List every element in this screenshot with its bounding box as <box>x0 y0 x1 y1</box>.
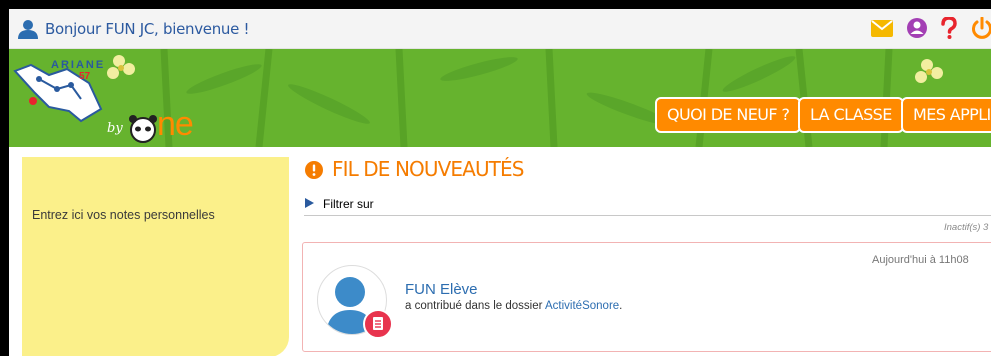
logo-one-text: ne <box>157 105 194 143</box>
profile-icon[interactable] <box>906 17 928 39</box>
feed-title: FIL DE NOUVEAUTÉS <box>332 157 524 181</box>
greeting-text: Bonjour FUN JC, bienvenue ! <box>45 20 250 38</box>
mail-icon[interactable] <box>871 20 893 37</box>
personal-notes[interactable]: Entrez ici vos notes personnelles <box>22 157 289 356</box>
notes-placeholder[interactable]: Entrez ici vos notes personnelles <box>32 208 215 222</box>
action-suffix: . <box>619 300 623 312</box>
logo-brand-text: ARIANE <box>51 59 106 71</box>
filter-toggle[interactable]: Filtrer sur <box>323 197 374 211</box>
expand-arrow-icon[interactable] <box>305 198 314 208</box>
nav-la-classe[interactable]: LA CLASSE <box>798 97 904 133</box>
divider <box>304 215 991 216</box>
header-banner: ARIANE 57 by ne QUOI DE NEUF ? LA CLASSE… <box>9 49 991 147</box>
main-content: Entrez ici vos notes personnelles FIL DE… <box>9 147 991 356</box>
workspace-badge <box>363 309 393 339</box>
nav-mes-applis[interactable]: MES APPLIS <box>901 97 991 133</box>
feed-item-author[interactable]: FUN Elève <box>405 281 478 298</box>
action-text: a contribué dans le dossier <box>405 300 546 312</box>
power-icon[interactable] <box>971 17 991 39</box>
feed-item-action: a contribué dans le dossier ActivitéSono… <box>405 300 622 312</box>
logo-number-text: 57 <box>79 71 91 82</box>
user-icon[interactable] <box>17 18 39 40</box>
help-icon[interactable] <box>940 17 958 39</box>
inactive-count: Inactif(s) 3 <box>944 222 989 233</box>
top-bar: Bonjour FUN JC, bienvenue ! <box>9 9 991 49</box>
folder-link[interactable]: ActivitéSonore <box>545 300 619 312</box>
feed-item: Aujourd'hui à 11h08 FUN Elève a contribu… <box>302 242 991 352</box>
document-icon <box>373 317 383 330</box>
feed-item-timestamp: Aujourd'hui à 11h08 <box>872 254 969 266</box>
nav-quoi-de-neuf[interactable]: QUOI DE NEUF ? <box>655 97 802 133</box>
alert-icon <box>305 161 323 179</box>
panda-icon <box>129 115 157 143</box>
app-window: Bonjour FUN JC, bienvenue ! ARIANE 57 by… <box>9 9 991 356</box>
logo-by-text: by <box>107 121 123 136</box>
